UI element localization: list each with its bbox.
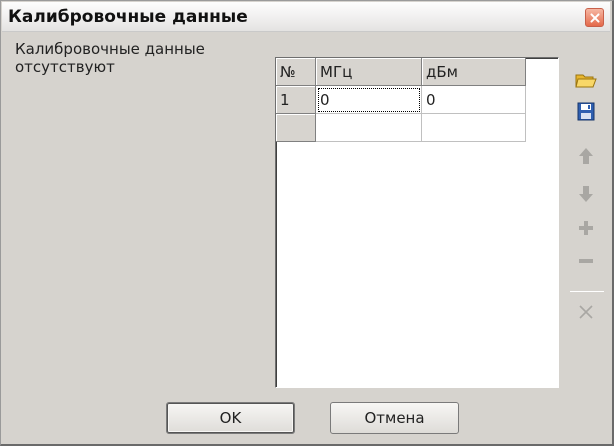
table-cell-dbm[interactable]: 0 bbox=[422, 86, 526, 114]
no-data-message: Калибровочные данные отсутствуют bbox=[15, 40, 255, 76]
clear-x-icon[interactable] bbox=[573, 299, 599, 325]
title-bar[interactable]: Калибровочные данные bbox=[2, 2, 610, 32]
calibration-table[interactable]: № МГц дБм 1 0 0 bbox=[275, 57, 559, 388]
column-header-dbm[interactable]: дБм bbox=[422, 58, 526, 86]
minus-icon[interactable] bbox=[573, 248, 599, 274]
table-cell-dbm[interactable] bbox=[422, 114, 526, 142]
open-folder-icon[interactable] bbox=[573, 67, 599, 93]
window-title: Калибровочные данные bbox=[8, 7, 248, 27]
minus-icon bbox=[579, 259, 593, 263]
arrow-down-icon[interactable] bbox=[573, 181, 599, 207]
ok-button[interactable]: OK bbox=[166, 402, 295, 434]
plus-icon bbox=[579, 221, 593, 235]
message-line-1: Калибровочные данные bbox=[15, 40, 205, 58]
message-line-2: отсутствуют bbox=[15, 58, 115, 76]
save-disk-icon bbox=[577, 102, 595, 120]
table-cell-mhz[interactable] bbox=[316, 114, 422, 142]
cancel-button[interactable]: Отмена bbox=[330, 402, 459, 434]
calibration-dialog: Калибровочные данные Калибровочные данны… bbox=[0, 0, 614, 446]
save-disk-icon[interactable] bbox=[573, 98, 599, 124]
clear-x-icon bbox=[579, 305, 593, 319]
table-cell-mhz[interactable]: 0 bbox=[316, 86, 422, 114]
open-folder-icon bbox=[575, 74, 597, 88]
toolbar-separator bbox=[570, 291, 604, 292]
arrow-up-icon bbox=[579, 148, 593, 164]
row-header[interactable] bbox=[276, 114, 316, 142]
plus-icon[interactable] bbox=[573, 215, 599, 241]
column-header-number[interactable]: № bbox=[276, 58, 316, 86]
column-header-mhz[interactable]: МГц bbox=[316, 58, 422, 86]
arrow-up-icon[interactable] bbox=[573, 143, 599, 169]
row-header[interactable]: 1 bbox=[276, 86, 316, 114]
arrow-down-icon bbox=[579, 186, 593, 202]
close-button[interactable] bbox=[585, 8, 604, 27]
